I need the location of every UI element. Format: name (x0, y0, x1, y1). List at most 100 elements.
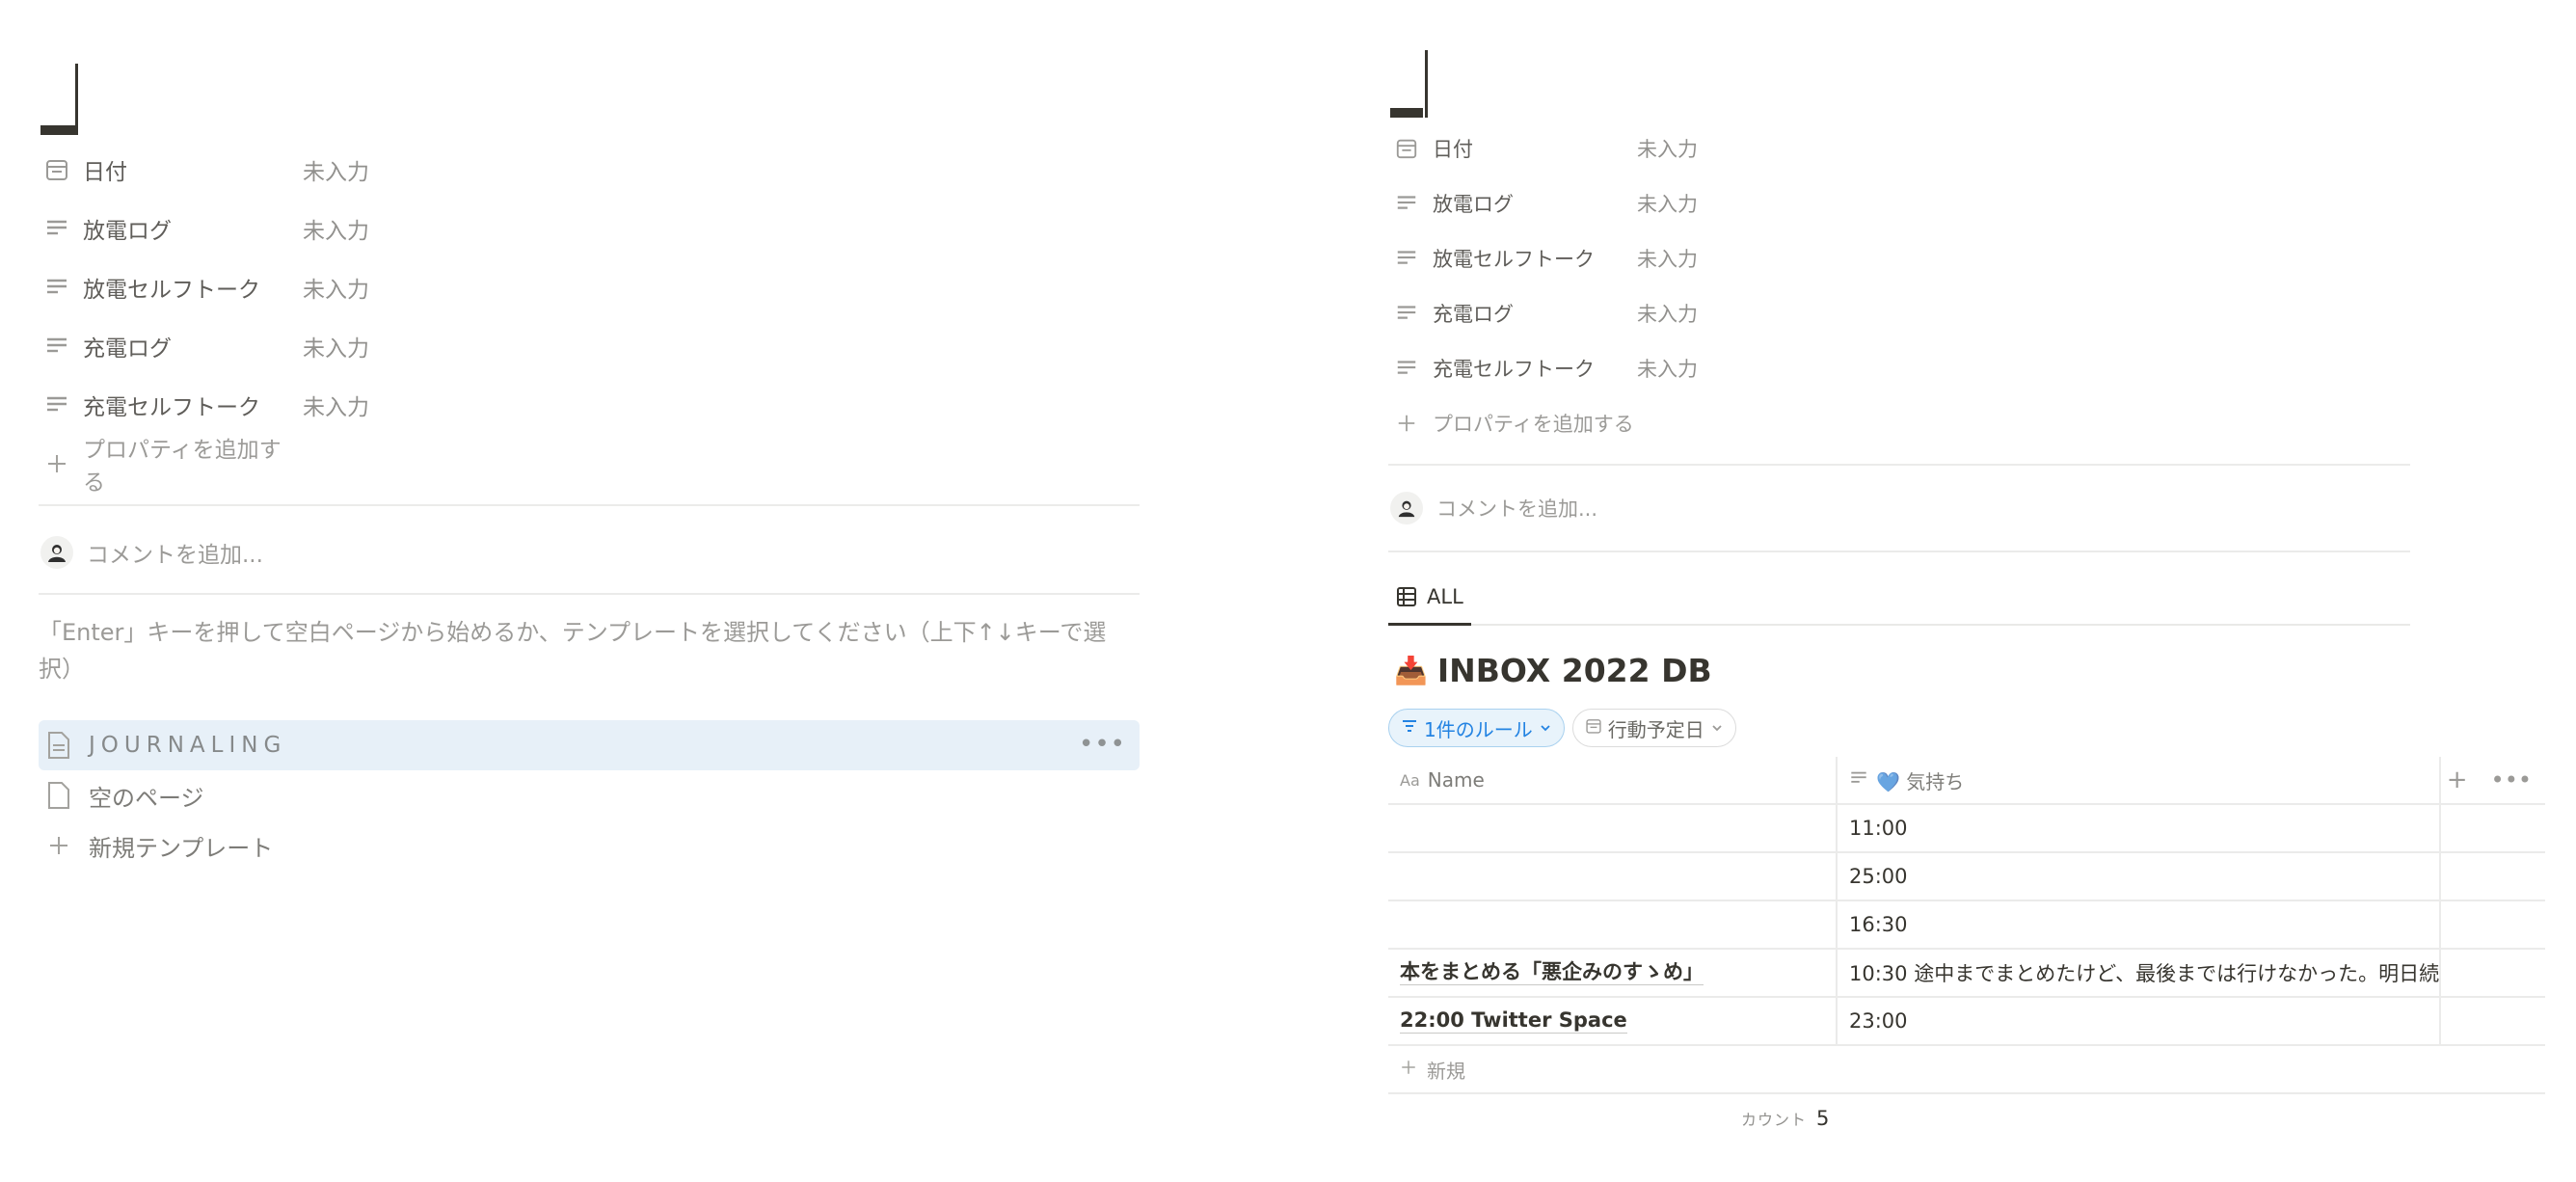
right-page-pane: 日付 未入力 放電ログ 未入力 放電セルフトーク 未入力 充電ログ 未入力 充電… (1388, 0, 2545, 1142)
database-title-text: INBOX 2022 DB (1436, 651, 1712, 689)
feeling-cell[interactable]: 25:00 (1838, 853, 2441, 900)
table-row[interactable]: 本をまとめる「悪企みのすゝめ」 10:30 途中までまとめたけど、最後までは行け… (1388, 950, 2545, 998)
more-options-icon[interactable]: ••• (2491, 766, 2532, 793)
tab-all[interactable]: ALL (1388, 571, 1471, 626)
property-list: 日付 未入力 放電ログ 未入力 放電セルフトーク 未入力 充電ログ 未入力 充電… (39, 140, 1140, 496)
property-date[interactable]: 日付 未入力 (39, 140, 1140, 199)
calendar-icon (42, 155, 71, 184)
feeling-cell[interactable]: 23:00 (1838, 998, 2441, 1044)
property-name: 放電ログ (1433, 192, 1514, 216)
name-cell[interactable] (1388, 805, 1838, 851)
add-column-icon[interactable]: + (2447, 766, 2468, 794)
add-property-button[interactable]: プロパティを追加する (39, 434, 1140, 496)
property-value[interactable]: 未入力 (1637, 299, 1698, 328)
add-property-label: プロパティを追加する (83, 437, 282, 496)
table-row[interactable]: 16:30 (1388, 901, 2545, 950)
property-charge-log[interactable]: 充電ログ 未入力 (39, 316, 1140, 375)
template-label: JOURNALING (89, 733, 287, 758)
property-name: 充電ログ (1433, 302, 1514, 326)
column-header-feeling[interactable]: 💙 気持ち (1838, 757, 2441, 803)
comment-placeholder: コメントを追加... (1436, 497, 1598, 521)
comment-input[interactable]: コメントを追加... (39, 524, 1140, 581)
template-label: 空のページ (89, 784, 204, 812)
property-charge-selftalk[interactable]: 充電セルフトーク 未入力 (1388, 340, 2545, 395)
page-title-input[interactable] (1388, 0, 2545, 121)
property-discharge-log[interactable]: 放電ログ 未入力 (1388, 175, 2545, 230)
database-table: Aa Name 💙 気持ち + ••• 11:00 25:00 16:30 本を… (1388, 757, 2545, 1142)
property-name: 充電ログ (83, 336, 172, 362)
property-value[interactable]: 未入力 (1637, 189, 1698, 218)
column-label: 💙 気持ち (1876, 769, 1965, 793)
table-row[interactable]: 25:00 (1388, 853, 2545, 901)
add-property-label: プロパティを追加する (1433, 412, 1634, 436)
divider (1388, 464, 2410, 466)
table-row[interactable]: 22:00 Twitter Space 23:00 (1388, 998, 2545, 1046)
page-icon (44, 781, 73, 810)
name-cell[interactable] (1388, 901, 1838, 948)
property-charge-log[interactable]: 充電ログ 未入力 (1388, 285, 2545, 340)
feeling-cell[interactable]: 10:30 途中までまとめたけど、最後までは行けなかった。明日続き (1838, 950, 2441, 996)
chevron-down-icon (1710, 716, 1724, 739)
text-lines-icon (42, 332, 71, 361)
avatar (40, 536, 73, 569)
comment-placeholder: コメントを追加... (87, 543, 263, 568)
view-tabs: ALL (1388, 570, 2410, 626)
property-value[interactable]: 未入力 (1637, 354, 1698, 383)
text-lines-icon (42, 273, 71, 302)
column-actions: + ••• (2441, 757, 2545, 803)
divider (39, 593, 1140, 595)
property-value[interactable]: 未入力 (303, 212, 369, 245)
text-lines-icon (1392, 244, 1421, 273)
property-name: 充電セルフトーク (1433, 357, 1595, 381)
property-charge-selftalk[interactable]: 充電セルフトーク 未入力 (39, 375, 1140, 434)
name-cell[interactable]: 22:00 Twitter Space (1388, 998, 1838, 1044)
row-count: カウント 5 (1388, 1094, 2545, 1142)
inbox-tray-icon: 📥 (1394, 654, 1428, 686)
page-icon (44, 731, 73, 760)
property-value[interactable]: 未入力 (303, 389, 369, 421)
page-title-input[interactable] (39, 0, 1140, 140)
comment-input[interactable]: コメントを追加... (1388, 481, 2545, 535)
empty-cell (2441, 998, 2545, 1044)
text-lines-icon (1392, 299, 1421, 328)
property-discharge-selftalk[interactable]: 放電セルフトーク 未入力 (1388, 230, 2545, 285)
property-value[interactable]: 未入力 (1637, 134, 1698, 163)
name-cell[interactable]: 本をまとめる「悪企みのすゝめ」 (1388, 950, 1838, 996)
new-template-button[interactable]: 新規テンプレート (39, 820, 1140, 871)
feeling-cell[interactable]: 16:30 (1838, 901, 2441, 948)
filter-rule-chip[interactable]: 1件のルール (1388, 709, 1565, 747)
template-item-journaling[interactable]: JOURNALING ••• (39, 720, 1140, 770)
text-cursor-base (40, 125, 75, 135)
table-icon (1396, 586, 1417, 607)
template-hint-text: 「Enter」キーを押して空白ページから始めるか、テンプレートを選択してください… (39, 619, 1107, 683)
column-header-name[interactable]: Aa Name (1388, 757, 1838, 803)
database-title[interactable]: 📥 INBOX 2022 DB (1388, 647, 2545, 693)
property-value[interactable]: 未入力 (1637, 244, 1698, 273)
property-name: 充電セルフトーク (83, 394, 260, 420)
property-discharge-selftalk[interactable]: 放電セルフトーク 未入力 (39, 257, 1140, 316)
property-value[interactable]: 未入力 (303, 330, 369, 363)
more-options-icon[interactable]: ••• (1079, 730, 1126, 759)
calendar-icon (1585, 716, 1602, 739)
property-date[interactable]: 日付 未入力 (1388, 121, 2545, 175)
name-cell[interactable] (1388, 853, 1838, 900)
new-row-button[interactable]: 新規 (1388, 1046, 2545, 1094)
empty-cell (2441, 853, 2545, 900)
text-cursor-base (1390, 108, 1423, 118)
text-cursor (1425, 50, 1428, 118)
property-value[interactable]: 未入力 (303, 153, 369, 186)
filter-label: 行動予定日 (1607, 717, 1704, 741)
text-lines-icon (1392, 189, 1421, 218)
feeling-cell[interactable]: 11:00 (1838, 805, 2441, 851)
title-aa-icon: Aa (1400, 770, 1420, 790)
property-discharge-log[interactable]: 放電ログ 未入力 (39, 199, 1140, 257)
template-label: 新規テンプレート (89, 834, 274, 862)
table-row[interactable]: 11:00 (1388, 805, 2545, 853)
text-lines-icon (42, 214, 71, 243)
text-lines-icon (1849, 768, 1868, 792)
sort-date-chip[interactable]: 行動予定日 (1571, 709, 1736, 747)
plus-icon (44, 831, 73, 860)
add-property-button[interactable]: プロパティを追加する (1388, 395, 2545, 450)
property-value[interactable]: 未入力 (303, 271, 369, 304)
template-item-blank[interactable]: 空のページ (39, 770, 1140, 820)
